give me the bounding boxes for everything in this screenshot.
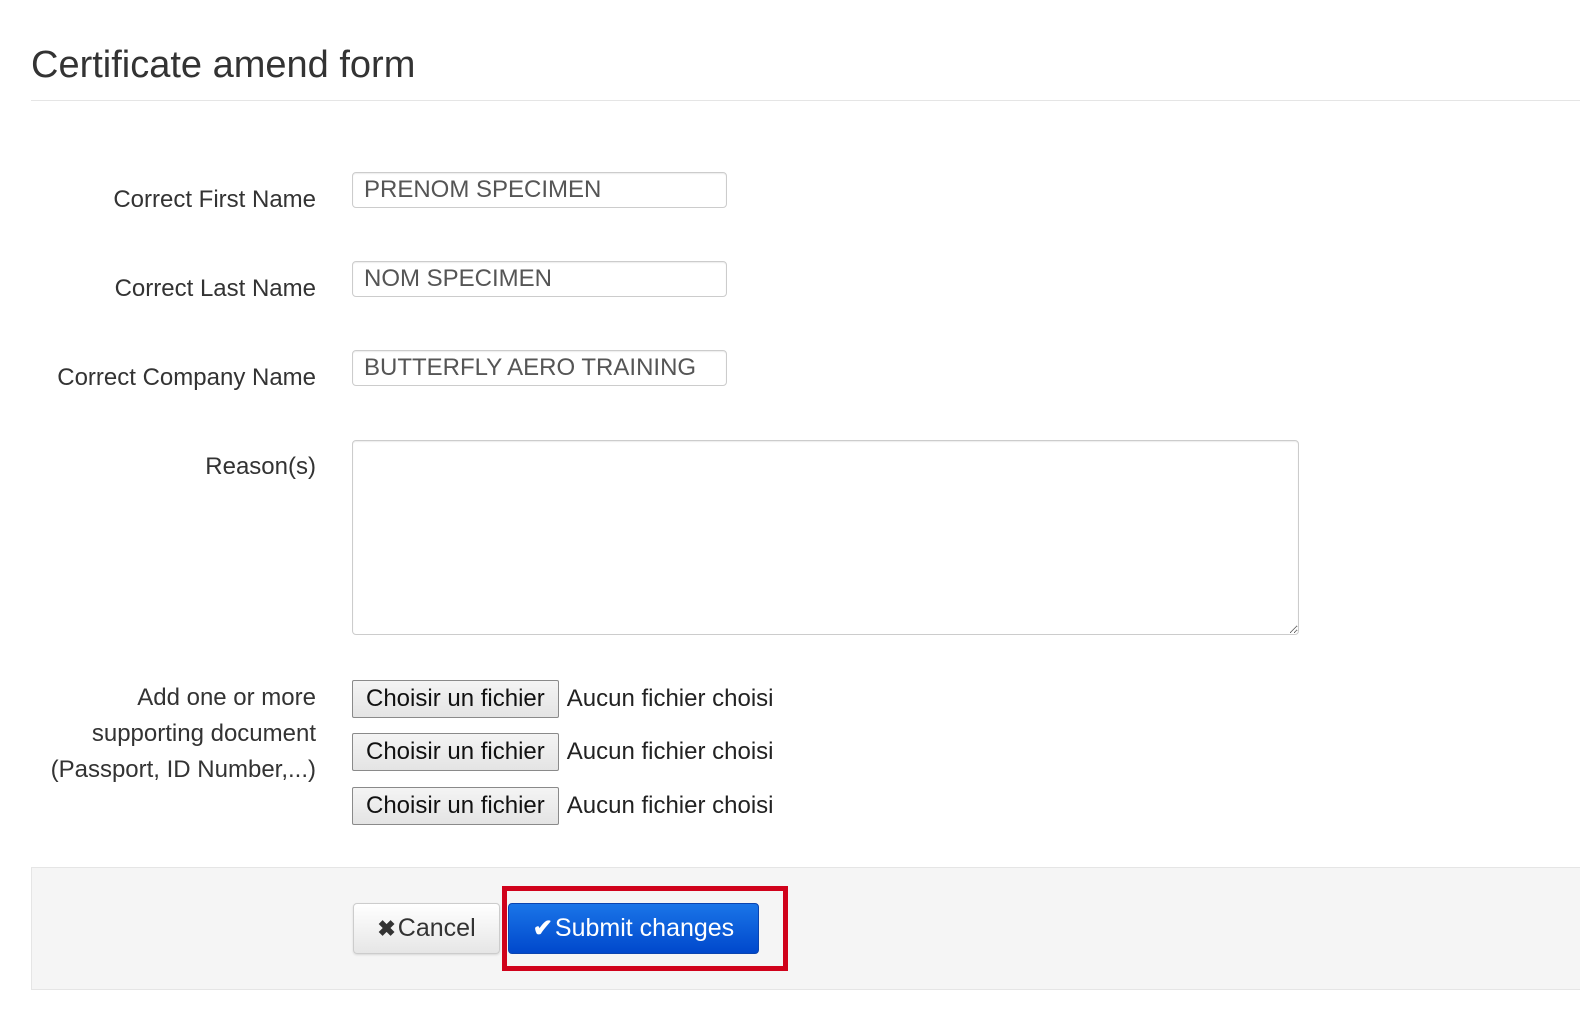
company-name-label: Correct Company Name	[57, 364, 316, 391]
cancel-button[interactable]: ✖ Cancel	[353, 903, 500, 954]
reasons-textarea[interactable]	[352, 440, 1299, 635]
reasons-label: Reason(s)	[205, 453, 316, 480]
last-name-input[interactable]	[352, 261, 727, 297]
choose-file-button-3[interactable]: Choisir un fichier	[352, 787, 559, 825]
submit-button-label: Submit changes	[554, 914, 735, 942]
form-actions-bar	[31, 867, 1580, 990]
page-title: Certificate amend form	[31, 44, 416, 86]
company-name-input[interactable]	[352, 350, 727, 386]
file-input-1: Choisir un fichier Aucun fichier choisi	[352, 680, 774, 718]
file-status-1: Aucun fichier choisi	[566, 685, 774, 712]
file-status-3: Aucun fichier choisi	[566, 792, 774, 819]
documents-label-line-2: supporting document	[91, 720, 316, 747]
last-name-label: Correct Last Name	[114, 275, 316, 302]
choose-file-button-2[interactable]: Choisir un fichier	[352, 733, 559, 771]
title-divider	[31, 100, 1580, 101]
documents-label-line-3: (Passport, ID Number,...)	[50, 756, 316, 783]
close-icon: ✖	[377, 915, 396, 941]
file-input-2: Choisir un fichier Aucun fichier choisi	[352, 733, 774, 771]
file-input-3: Choisir un fichier Aucun fichier choisi	[352, 787, 774, 825]
documents-label: Add one or more supporting document (Pas…	[51, 680, 316, 788]
certificate-amend-page: Certificate amend form Correct First Nam…	[0, 0, 1580, 1022]
check-icon: ✔	[532, 915, 553, 942]
file-status-2: Aucun fichier choisi	[566, 738, 774, 765]
choose-file-button-1[interactable]: Choisir un fichier	[352, 680, 559, 718]
first-name-label: Correct First Name	[113, 186, 316, 213]
submit-changes-button[interactable]: ✔ Submit changes	[508, 903, 759, 954]
first-name-input[interactable]	[352, 172, 727, 208]
cancel-button-label: Cancel	[397, 914, 476, 942]
documents-label-line-1: Add one or more	[137, 684, 316, 711]
